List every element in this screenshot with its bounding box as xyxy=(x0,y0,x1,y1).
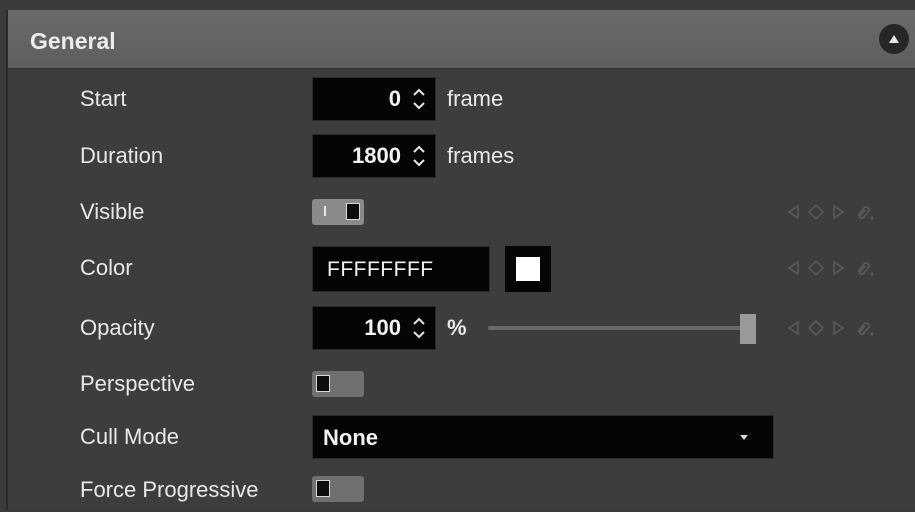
duration-row: Duration 1800 frames xyxy=(8,134,915,178)
start-row: Start 0 frame xyxy=(8,77,915,121)
opacity-label: Opacity xyxy=(80,315,155,340)
prev-keyframe-icon[interactable] xyxy=(786,260,800,276)
toggle-knob xyxy=(316,375,330,392)
color-hex-input[interactable]: FFFFFFFF xyxy=(312,246,490,292)
prev-keyframe-icon[interactable] xyxy=(786,204,800,220)
link-icon[interactable] xyxy=(854,259,876,277)
link-icon[interactable] xyxy=(854,203,876,221)
perspective-label: Perspective xyxy=(80,371,195,396)
visible-toggle[interactable] xyxy=(312,199,364,225)
start-label: Start xyxy=(80,86,127,111)
perspective-toggle[interactable] xyxy=(312,371,364,397)
keyframe-icon[interactable] xyxy=(808,260,824,276)
chevron-down-icon[interactable] xyxy=(739,434,749,441)
general-panel: General Start 0 frame Duration 1800 fram… xyxy=(6,10,915,510)
link-icon[interactable] xyxy=(854,319,876,337)
opacity-value[interactable]: 100 xyxy=(364,307,401,349)
cull-mode-label: Cull Mode xyxy=(80,424,180,449)
color-swatch xyxy=(516,257,540,281)
toggle-knob xyxy=(316,480,330,497)
opacity-row: Opacity 100 % xyxy=(8,306,915,350)
next-keyframe-icon[interactable] xyxy=(832,320,846,336)
opacity-keyframe-controls xyxy=(786,316,896,340)
force-progressive-label: Force Progressive xyxy=(80,477,259,502)
panel-header[interactable]: General xyxy=(8,10,915,69)
collapse-button[interactable] xyxy=(879,24,909,54)
force-progressive-toggle[interactable] xyxy=(312,476,364,502)
duration-label: Duration xyxy=(80,143,164,168)
spin-arrows-icon[interactable] xyxy=(411,315,427,341)
start-value[interactable]: 0 xyxy=(389,78,401,120)
start-unit: frame xyxy=(447,86,504,111)
toggle-on-mark xyxy=(324,206,326,216)
color-keyframe-controls xyxy=(786,256,896,280)
opacity-slider-handle[interactable] xyxy=(740,314,756,344)
duration-value[interactable]: 1800 xyxy=(352,135,401,177)
color-swatch-button[interactable] xyxy=(505,246,551,292)
visible-row: Visible xyxy=(8,190,915,234)
spin-arrows-icon[interactable] xyxy=(411,86,427,112)
force-progressive-row: Force Progressive xyxy=(8,468,915,512)
opacity-spinbox[interactable]: 100 xyxy=(312,306,436,350)
cull-mode-value[interactable]: None xyxy=(323,416,378,460)
perspective-row: Perspective xyxy=(8,362,915,406)
cull-mode-select[interactable]: None xyxy=(312,415,774,459)
duration-unit: frames xyxy=(447,143,515,168)
spin-arrows-icon[interactable] xyxy=(411,143,427,169)
start-spinbox[interactable]: 0 xyxy=(312,77,436,121)
visible-keyframe-controls xyxy=(786,200,896,224)
keyframe-icon[interactable] xyxy=(808,204,824,220)
opacity-unit: % xyxy=(447,315,467,340)
color-row: Color FFFFFFFF xyxy=(8,246,915,292)
next-keyframe-icon[interactable] xyxy=(832,260,846,276)
keyframe-icon[interactable] xyxy=(808,320,824,336)
prev-keyframe-icon[interactable] xyxy=(786,320,800,336)
cull-mode-row: Cull Mode None xyxy=(8,415,915,459)
duration-spinbox[interactable]: 1800 xyxy=(312,134,436,178)
toggle-knob xyxy=(346,203,360,220)
visible-label: Visible xyxy=(80,199,145,224)
opacity-slider-track[interactable] xyxy=(488,326,748,330)
panel-title: General xyxy=(30,28,116,54)
color-label: Color xyxy=(80,255,133,280)
next-keyframe-icon[interactable] xyxy=(832,204,846,220)
color-hex-value[interactable]: FFFFFFFF xyxy=(327,247,434,293)
chevron-up-icon xyxy=(889,35,899,43)
